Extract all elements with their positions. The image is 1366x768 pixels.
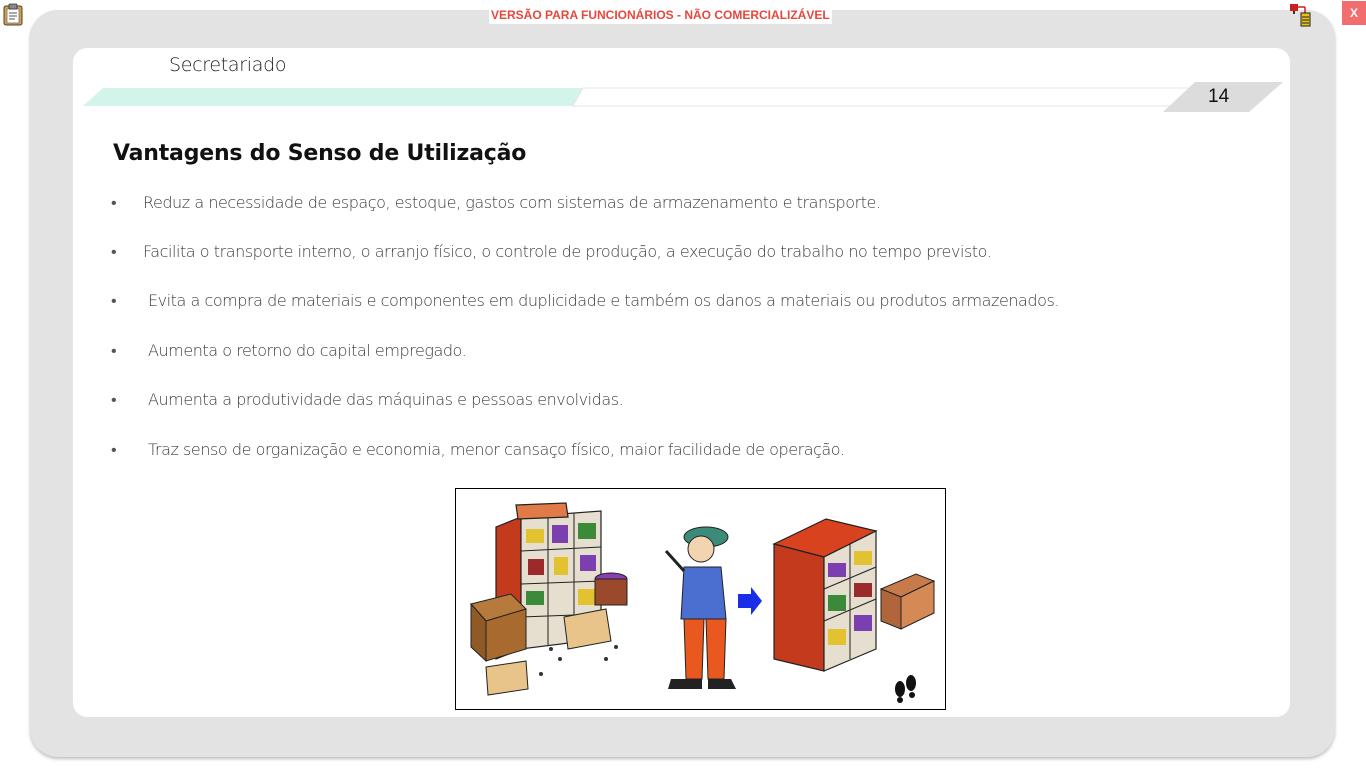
bullet-text: Evita a compra de materiais e componente… bbox=[148, 291, 1059, 310]
organized-shelf-image bbox=[772, 518, 936, 672]
bullet-text: Aumenta a produtividade das máquinas e p… bbox=[148, 390, 624, 409]
bullet-icon: • bbox=[111, 390, 117, 409]
list-item: • Aumenta o retorno do capital empregado… bbox=[111, 341, 1261, 365]
list-item: • Reduz a necessidade de espaço, estoque… bbox=[111, 193, 1261, 217]
bullet-icon: • bbox=[111, 291, 117, 310]
bullet-icon: • bbox=[111, 341, 117, 360]
list-item: • Aumenta a produtividade das máquinas e… bbox=[111, 390, 1261, 414]
bullet-text: Aumenta o retorno do capital empregado. bbox=[148, 341, 467, 360]
bullet-icon: • bbox=[111, 440, 117, 459]
list-item: • Facilita o transporte interno, o arran… bbox=[111, 242, 1261, 266]
list-item: • Traz senso de organização e economia, … bbox=[111, 440, 1261, 464]
header-title: Secretariado bbox=[169, 54, 287, 76]
close-button[interactable]: X bbox=[1342, 1, 1366, 25]
header-ribbon bbox=[83, 80, 1283, 112]
bullet-icon: • bbox=[111, 193, 117, 212]
worker-image bbox=[664, 526, 736, 689]
messy-shelf-image bbox=[470, 502, 628, 696]
illustration bbox=[455, 488, 946, 710]
slide-heading: Vantagens do Senso de Utilização bbox=[113, 141, 527, 166]
footprints-icon bbox=[895, 675, 916, 703]
bullet-text: Traz senso de organização e economia, me… bbox=[148, 440, 845, 459]
slide: Secretariado 14 Vantagens do Senso de Ut… bbox=[73, 48, 1290, 717]
list-item: • Evita a compra de materiais e componen… bbox=[111, 291, 1261, 315]
watermark-banner: VERSÃO PARA FUNCIONÁRIOS - NÃO COMERCIAL… bbox=[489, 6, 832, 24]
clipboard-icon[interactable] bbox=[2, 2, 24, 26]
bullet-text: Facilita o transporte interno, o arranjo… bbox=[143, 242, 992, 261]
arrow-right-icon bbox=[738, 587, 762, 615]
page-number: 14 bbox=[1208, 86, 1230, 107]
network-icon[interactable] bbox=[1285, 1, 1315, 27]
bullet-text: Reduz a necessidade de espaço, estoque, … bbox=[143, 193, 881, 212]
bullet-icon: • bbox=[111, 242, 117, 261]
